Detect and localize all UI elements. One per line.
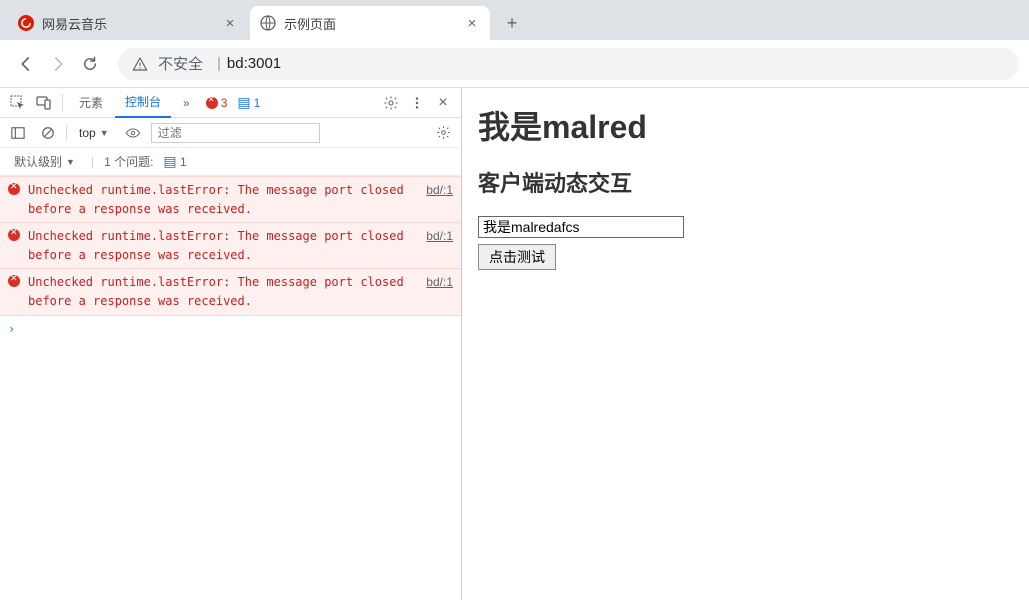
error-source-link[interactable]: bd/:1 (426, 227, 453, 246)
message-icon: ▤ (237, 94, 250, 111)
level-selector[interactable]: 默认级别 ▼ (8, 153, 81, 170)
tab-elements[interactable]: 元素 (69, 88, 113, 118)
test-button[interactable]: 点击测试 (478, 244, 556, 270)
devtools-panel: 元素 控制台 » 3 ▤ 1 × (0, 88, 462, 600)
error-count-badge[interactable]: 3 (202, 96, 232, 110)
gear-icon[interactable] (379, 91, 403, 115)
device-toggle-icon[interactable] (32, 91, 56, 115)
chevron-down-icon: ▼ (100, 128, 109, 138)
context-selector[interactable]: top ▼ (73, 126, 115, 140)
page-content: 我是malred 客户端动态交互 点击测试 (462, 88, 1029, 600)
browser-toolbar: 不安全 | bd:3001 (0, 40, 1029, 88)
browser-tab-example[interactable]: 示例页面 × (250, 6, 490, 40)
error-text: Unchecked runtime.lastError: The message… (28, 229, 404, 262)
console-error-row[interactable]: bd/:1 Unchecked runtime.lastError: The m… (0, 176, 461, 223)
message-count-badge[interactable]: ▤ 1 (233, 94, 264, 111)
console-output: bd/:1 Unchecked runtime.lastError: The m… (0, 176, 461, 600)
error-icon (206, 97, 218, 109)
text-input[interactable] (478, 216, 684, 238)
filter-input[interactable] (151, 123, 320, 143)
new-tab-button[interactable]: + (498, 9, 526, 37)
error-text: Unchecked runtime.lastError: The message… (28, 183, 404, 216)
level-label: 默认级别 (14, 153, 62, 170)
console-error-row[interactable]: bd/:1 Unchecked runtime.lastError: The m… (0, 223, 461, 269)
console-filter-bar: top ▼ (0, 118, 461, 148)
divider (66, 125, 67, 141)
address-separator: | (217, 55, 221, 72)
globe-icon (260, 15, 276, 31)
inspect-icon[interactable] (6, 91, 30, 115)
tab-title: 示例页面 (284, 14, 464, 33)
issue-badge[interactable]: ▤ 1 (163, 153, 186, 170)
message-count: 1 (254, 96, 261, 110)
page-subheading: 客户端动态交互 (478, 166, 1013, 198)
console-level-bar: 默认级别 ▼ | 1 个问题: ▤ 1 (0, 148, 461, 176)
chevron-down-icon: ▼ (66, 157, 75, 167)
clear-console-icon[interactable] (36, 121, 60, 145)
kebab-icon[interactable] (405, 91, 429, 115)
eye-icon[interactable] (121, 121, 145, 145)
issue-count: 1 (180, 155, 187, 169)
issues-label: 1 个问题: (104, 153, 153, 170)
console-prompt[interactable]: › (0, 316, 461, 342)
content-split: 元素 控制台 » 3 ▤ 1 × (0, 88, 1029, 600)
close-icon[interactable]: × (464, 15, 480, 31)
close-icon[interactable]: × (431, 91, 455, 115)
console-error-row[interactable]: bd/:1 Unchecked runtime.lastError: The m… (0, 269, 461, 315)
error-source-link[interactable]: bd/:1 (426, 181, 453, 200)
warning-icon (132, 56, 148, 72)
browser-tab-netease[interactable]: 网易云音乐 × (8, 6, 248, 40)
error-source-link[interactable]: bd/:1 (426, 273, 453, 292)
back-button[interactable] (10, 48, 42, 80)
forward-button[interactable] (42, 48, 74, 80)
context-label: top (79, 126, 96, 140)
gear-icon[interactable] (431, 121, 455, 145)
divider (62, 94, 63, 112)
sidebar-toggle-icon[interactable] (6, 121, 30, 145)
security-label: 不安全 (158, 53, 203, 74)
netease-icon (18, 15, 34, 31)
divider: | (91, 155, 94, 169)
page-heading: 我是malred (478, 102, 1013, 148)
error-text: Unchecked runtime.lastError: The message… (28, 275, 404, 308)
error-count: 3 (221, 96, 228, 110)
tab-strip: 网易云音乐 × 示例页面 × + (0, 0, 1029, 40)
devtools-tabs: 元素 控制台 » 3 ▤ 1 × (0, 88, 461, 118)
reload-button[interactable] (74, 48, 106, 80)
tab-console[interactable]: 控制台 (115, 88, 171, 118)
tab-more[interactable]: » (173, 88, 200, 118)
url-text: bd:3001 (227, 55, 281, 72)
tab-title: 网易云音乐 (42, 14, 222, 33)
message-icon: ▤ (163, 153, 176, 169)
address-bar[interactable]: 不安全 | bd:3001 (118, 48, 1019, 80)
close-icon[interactable]: × (222, 15, 238, 31)
